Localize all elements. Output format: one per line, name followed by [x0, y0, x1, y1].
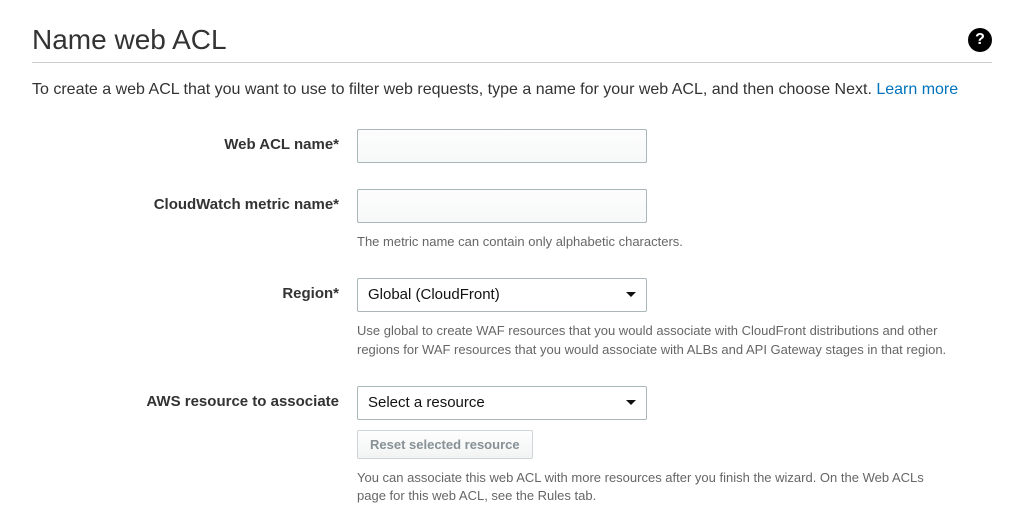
region-hint: Use global to create WAF resources that …: [357, 322, 947, 360]
input-col: Global (CloudFront) Use global to create…: [357, 278, 967, 360]
page-header: Name web ACL ?: [32, 24, 992, 63]
web-acl-name-input[interactable]: [357, 129, 647, 163]
row-metric-name: CloudWatch metric name* The metric name …: [32, 189, 992, 252]
input-col: [357, 129, 967, 163]
resource-hint: You can associate this web ACL with more…: [357, 469, 947, 507]
label-col: CloudWatch metric name*: [32, 189, 357, 252]
resource-selected-value: Select a resource: [368, 394, 485, 411]
help-icon[interactable]: ?: [968, 28, 992, 52]
label-col: Region*: [32, 278, 357, 360]
metric-name-label: CloudWatch metric name*: [154, 196, 339, 213]
label-col: Web ACL name*: [32, 129, 357, 163]
resource-select[interactable]: Select a resource: [357, 386, 647, 420]
page-title: Name web ACL: [32, 24, 227, 56]
metric-name-hint: The metric name can contain only alphabe…: [357, 233, 947, 252]
region-label: Region*: [282, 285, 339, 302]
label-col: AWS resource to associate: [32, 386, 357, 507]
input-col: Select a resource Reset selected resourc…: [357, 386, 967, 507]
metric-name-input[interactable]: [357, 189, 647, 223]
page-description: To create a web ACL that you want to use…: [32, 81, 992, 99]
description-text: To create a web ACL that you want to use…: [32, 81, 876, 98]
input-col: The metric name can contain only alphabe…: [357, 189, 967, 252]
row-resource: AWS resource to associate Select a resou…: [32, 386, 992, 507]
resource-label: AWS resource to associate: [146, 393, 339, 410]
region-selected-value: Global (CloudFront): [368, 286, 500, 303]
row-web-acl-name: Web ACL name*: [32, 129, 992, 163]
web-acl-name-label: Web ACL name*: [224, 136, 339, 153]
reset-selected-resource-button[interactable]: Reset selected resource: [357, 430, 533, 459]
chevron-down-icon: [626, 400, 636, 405]
row-region: Region* Global (CloudFront) Use global t…: [32, 278, 992, 360]
chevron-down-icon: [626, 292, 636, 297]
region-select[interactable]: Global (CloudFront): [357, 278, 647, 312]
learn-more-link[interactable]: Learn more: [876, 81, 958, 98]
